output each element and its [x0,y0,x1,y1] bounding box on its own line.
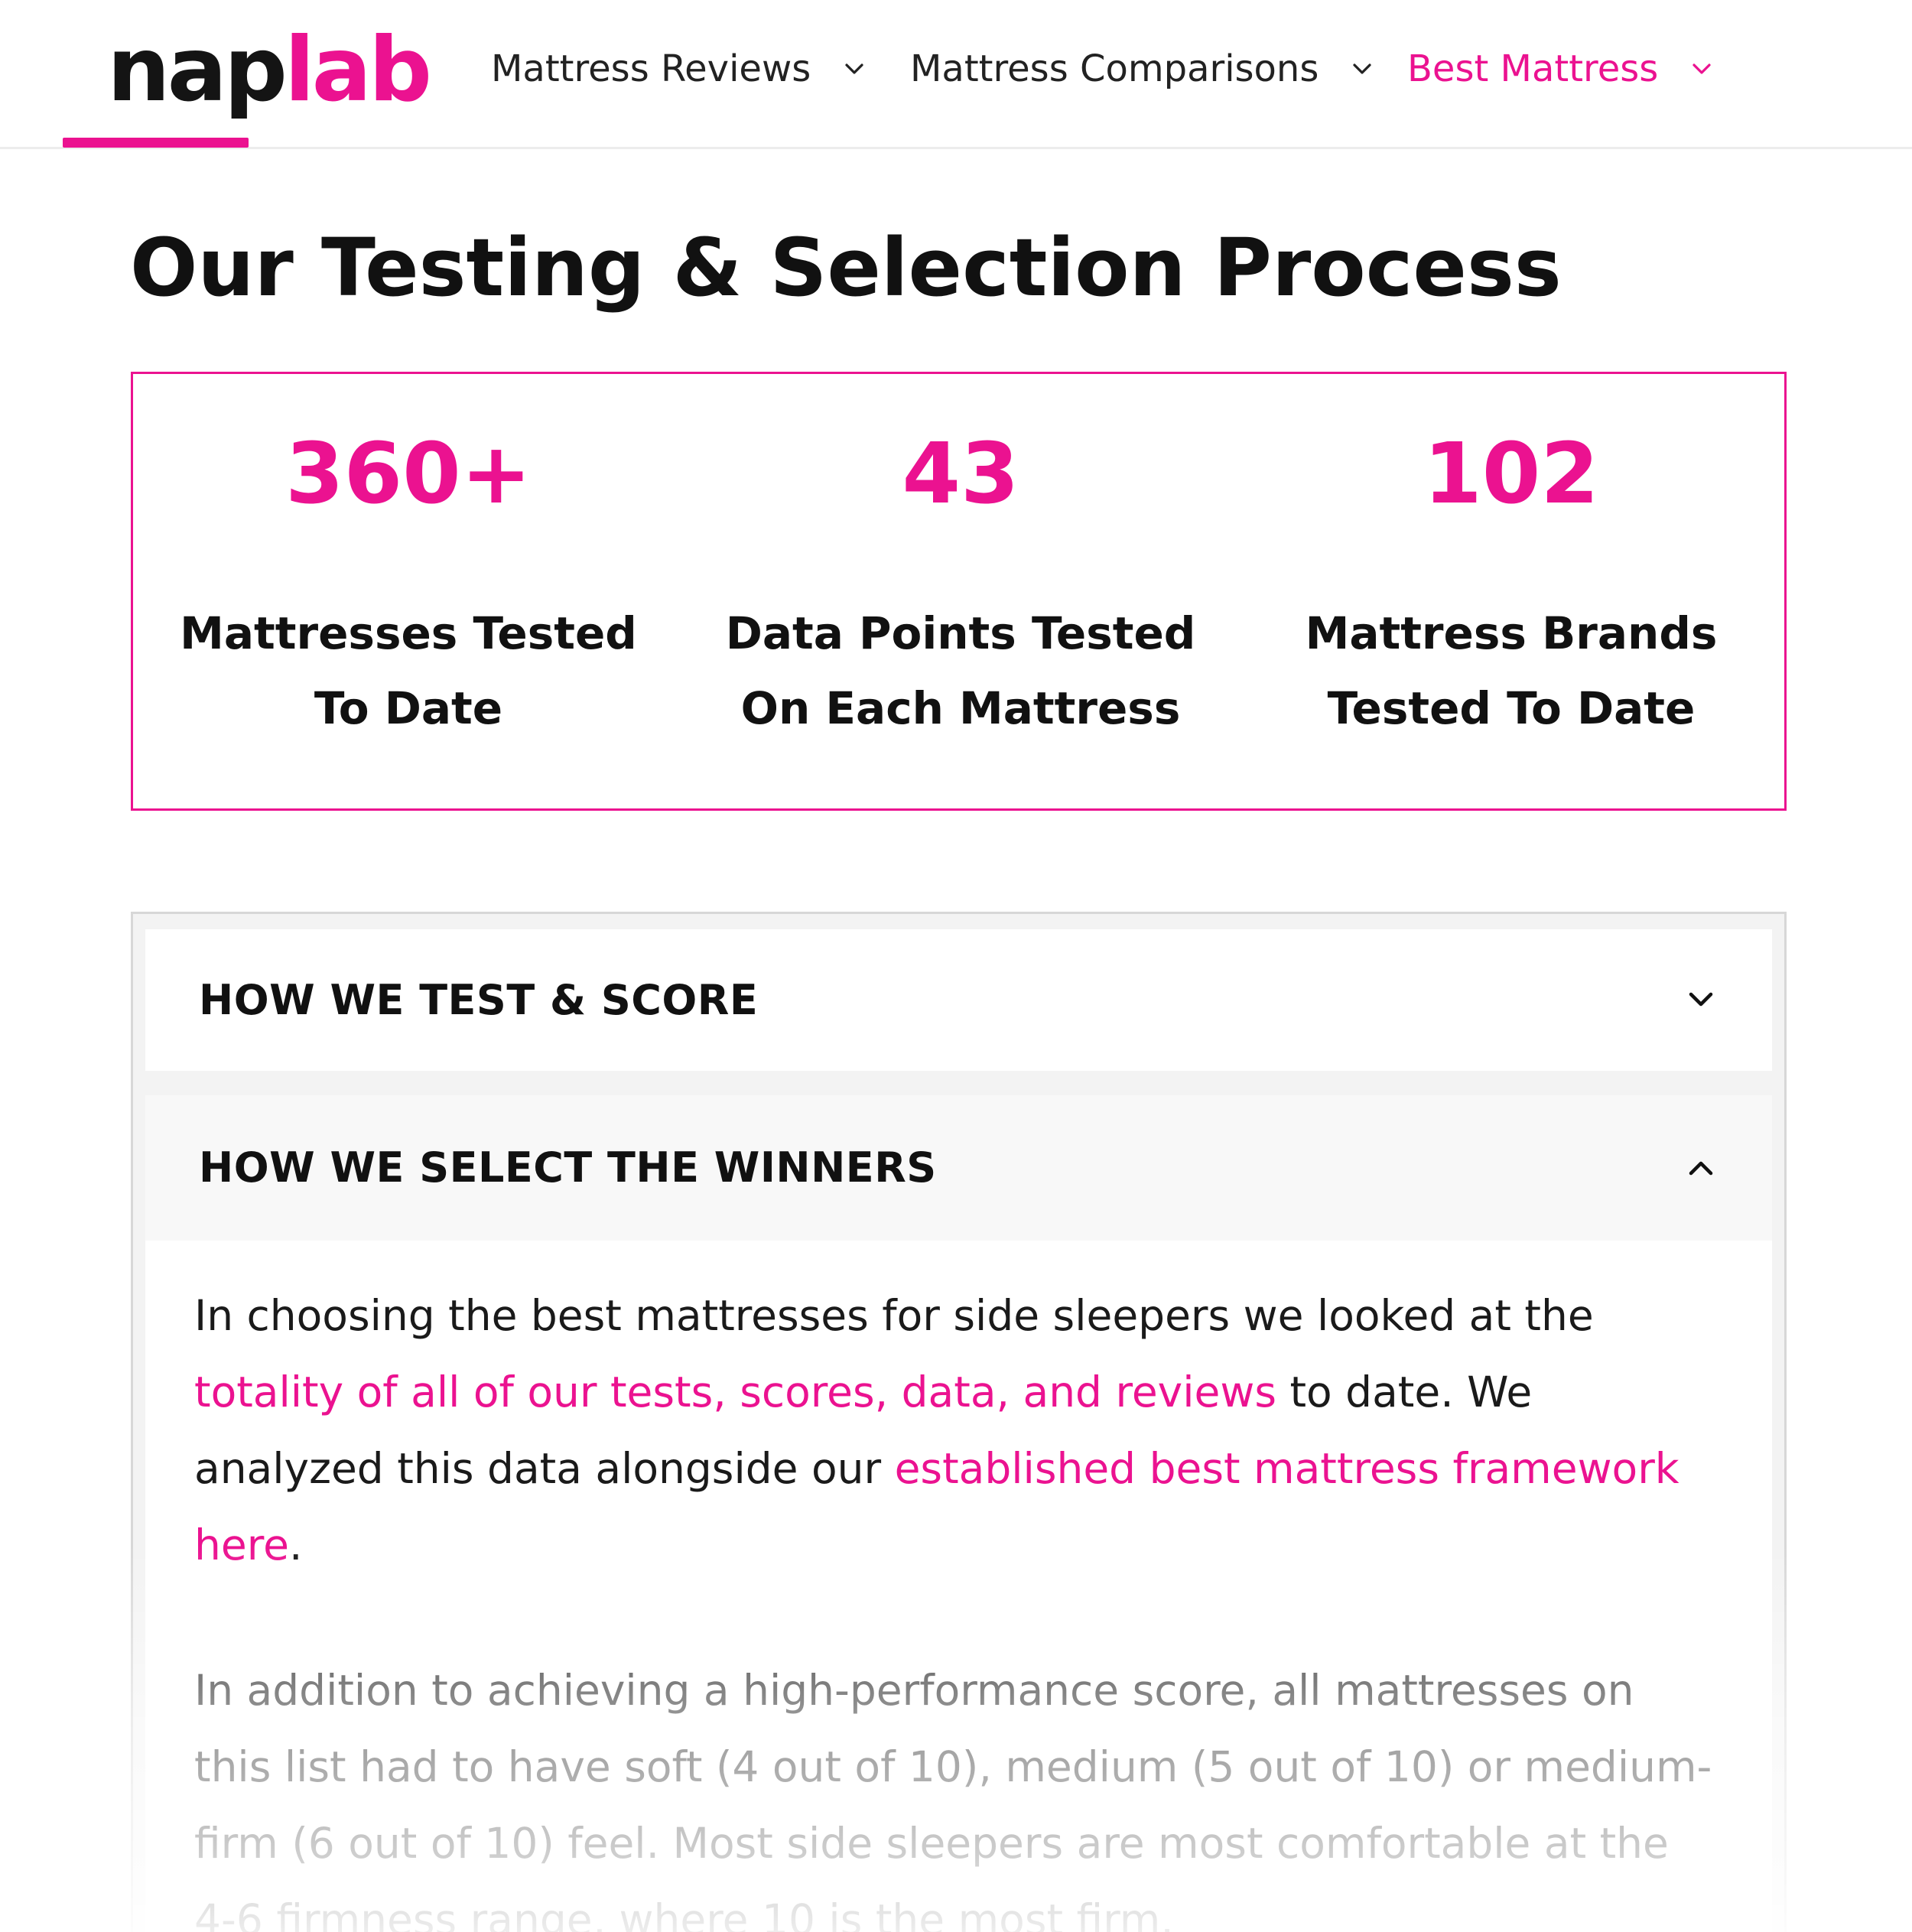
body-text: In choosing the best mattresses for side… [194,1291,1594,1340]
chevron-down-icon [841,56,867,82]
process-accordion: HOW WE TEST & SCORE HOW WE SELECT THE WI… [131,912,1787,1932]
page-title: Our Testing & Selection Process [130,221,1562,314]
stat-label-line: To Date [314,682,503,734]
accordion-header-select-winners[interactable]: HOW WE SELECT THE WINNERS [145,1095,1772,1241]
nav-mattress-reviews[interactable]: Mattress Reviews [491,38,867,99]
stat-label: Data Points Tested On Each Mattress [685,596,1236,746]
logo-active-indicator [63,138,249,148]
stat-label-line: Mattresses Tested [180,607,637,659]
accordion-title: HOW WE TEST & SCORE [199,976,759,1024]
nav-mattress-comparisons[interactable]: Mattress Comparisons [910,38,1375,99]
naplab-logo[interactable]: naplab [107,17,432,124]
stats-panel: 360+ Mattresses Tested To Date 43 Data P… [131,372,1787,811]
stat-value: 43 [902,424,1019,522]
body-paragraph: In choosing the best mattresses for side… [194,1277,1716,1583]
site-header: naplab Mattress Reviews Mattress Compari… [0,0,1912,149]
accordion-body: In choosing the best mattresses for side… [194,1277,1716,1932]
stat-label-line: Data Points Tested [725,607,1196,659]
nav-label: Mattress Comparisons [910,47,1319,90]
chevron-down-icon [1689,56,1715,82]
accordion-title: HOW WE SELECT THE WINNERS [199,1143,937,1192]
accordion-header-how-we-test[interactable]: HOW WE TEST & SCORE [145,929,1772,1071]
totality-link[interactable]: totality of all of our tests, scores, da… [194,1368,1276,1416]
body-text: . [288,1521,303,1569]
stat-label: Mattresses Tested To Date [133,596,684,746]
logo-text-lab: lab [284,18,432,122]
logo-text-nap: nap [107,18,288,122]
chevron-down-icon [1349,56,1375,82]
stat-value: 102 [1423,424,1599,522]
stat-label: Mattress Brands Tested To Date [1236,596,1787,746]
accordion-item-select-winners: HOW WE SELECT THE WINNERS In choosing th… [145,1095,1772,1932]
chevron-up-icon [1683,1150,1719,1186]
stat-label-line: Tested To Date [1327,682,1696,734]
nav-label: Mattress Reviews [491,47,811,90]
accordion-item-how-we-test: HOW WE TEST & SCORE [145,929,1772,1071]
stat-label-line: Mattress Brands [1305,607,1718,659]
nav-best-mattress[interactable]: Best Mattress [1407,38,1715,99]
stat-label-line: On Each Mattress [740,682,1181,734]
stat-value: 360+ [285,424,532,522]
nav-label: Best Mattress [1407,47,1659,90]
chevron-down-icon [1683,982,1719,1017]
body-paragraph: In addition to achieving a high-performa… [194,1666,1712,1932]
